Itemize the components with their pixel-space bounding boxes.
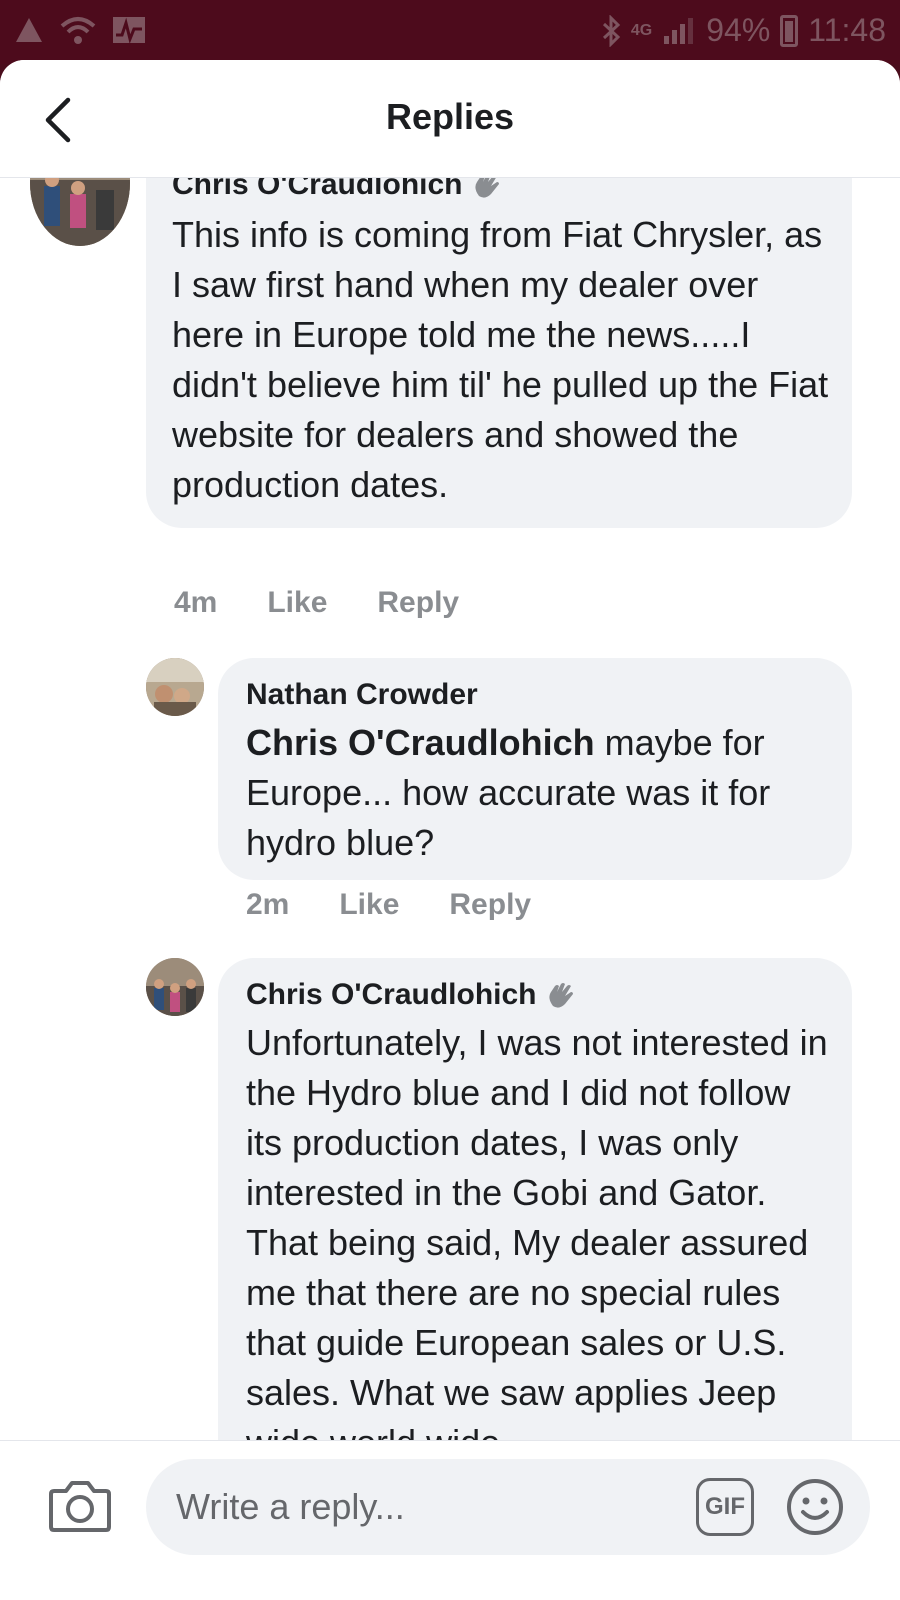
comment-meta: 2m Like Reply <box>246 888 531 922</box>
signal-icon <box>664 17 694 44</box>
author-name[interactable]: Chris O'Craudlohich <box>246 978 537 1012</box>
avatar-photo <box>146 658 204 716</box>
smiley-icon <box>787 1479 843 1535</box>
replies-sheet: Replies Chris O'Craudlohich This info is… <box>0 60 900 1600</box>
avatar[interactable] <box>146 958 204 1016</box>
like-button[interactable]: Like <box>339 888 399 922</box>
comment-meta: 4m Like Reply <box>174 586 459 620</box>
reply-button[interactable]: Reply <box>377 586 459 620</box>
avatar[interactable] <box>146 658 204 716</box>
page-title: Replies <box>385 96 515 137</box>
status-right-icons: 4G 94% 11:48 <box>601 12 886 49</box>
wifi-icon <box>60 17 96 44</box>
like-button[interactable]: Like <box>267 586 327 620</box>
status-left-icons <box>14 14 146 46</box>
author-name[interactable]: Chris O'Craudlohich <box>172 178 463 202</box>
comment-time: 4m <box>174 586 218 619</box>
reply-composer: GIF <box>0 1440 900 1600</box>
comment-bubble[interactable]: Nathan Crowder Chris O'Craudlohich maybe… <box>218 658 852 880</box>
camera-icon <box>49 1481 111 1532</box>
comment-author[interactable]: Chris O'Craudlohich <box>246 978 577 1012</box>
bluetooth-icon <box>602 14 621 47</box>
comment-time: 2m <box>246 888 290 921</box>
mention-link[interactable]: Chris O'Craudlohich <box>246 722 595 763</box>
wave-hand-icon <box>548 983 573 1008</box>
activity-icon <box>113 17 145 44</box>
comment-text: Chris O'Craudlohich maybe for Europe... … <box>246 718 836 868</box>
reply-input[interactable] <box>146 1459 870 1555</box>
comment-bubble[interactable]: Chris O'Craudlohich This info is coming … <box>146 178 852 528</box>
battery-percent: 94% <box>706 12 771 48</box>
emoji-button[interactable] <box>786 1478 844 1536</box>
comment-bubble[interactable]: Chris O'Craudlohich Unfortunately, I was… <box>218 958 852 1440</box>
wave-hand-icon <box>474 178 499 198</box>
battery-icon <box>780 14 799 47</box>
comment-author[interactable]: Nathan Crowder <box>246 678 478 712</box>
comment-author[interactable]: Chris O'Craudlohich <box>172 178 503 202</box>
comment-text: This info is coming from Fiat Chrysler, … <box>172 214 829 505</box>
alert-triangle-icon <box>16 18 42 42</box>
avatar-photo <box>30 178 130 246</box>
clock: 11:48 <box>808 12 886 48</box>
avatar-photo <box>146 958 204 1016</box>
camera-button[interactable] <box>48 1475 112 1535</box>
comments-thread[interactable]: Chris O'Craudlohich This info is coming … <box>0 178 900 1440</box>
comment-text: Unfortunately, I was not interested in t… <box>246 1022 828 1440</box>
avatar[interactable] <box>30 178 130 246</box>
gif-button[interactable]: GIF <box>696 1478 754 1536</box>
author-name[interactable]: Nathan Crowder <box>246 678 478 712</box>
reply-button[interactable]: Reply <box>449 888 531 922</box>
status-bar: 4G 94% 11:48 <box>0 0 900 64</box>
network-type: 4G <box>630 21 653 39</box>
header: Replies <box>0 60 900 178</box>
